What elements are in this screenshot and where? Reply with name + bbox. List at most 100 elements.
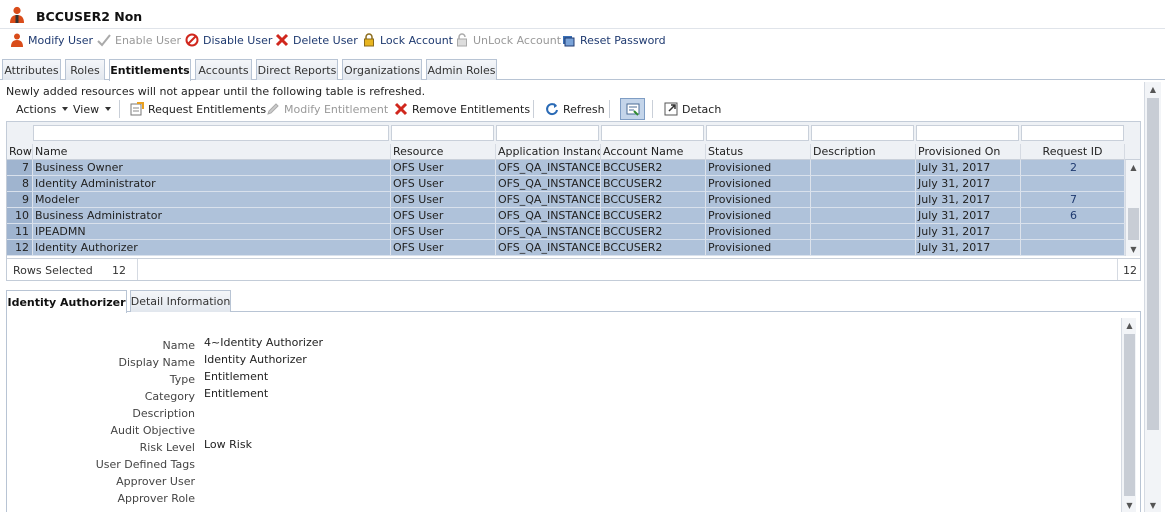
table-row[interactable]: 10 Business Administrator OFS User OFS_QA_I… — [7, 208, 1125, 224]
column-header-request-id[interactable]: Request ID — [1021, 144, 1125, 160]
cell-resource: OFS User — [391, 192, 496, 207]
scroll-thumb[interactable] — [1124, 334, 1135, 496]
filter-status-input[interactable] — [706, 125, 809, 141]
scroll-up-icon[interactable]: ▲ — [1126, 160, 1141, 174]
check-icon — [97, 34, 111, 47]
enable-user-label: Enable User — [115, 33, 182, 47]
cell-account-name: BCCUSER2 — [601, 224, 706, 239]
tab-attributes[interactable]: Attributes — [2, 59, 61, 80]
filter-name-input[interactable] — [33, 125, 389, 141]
column-header-description[interactable]: Description — [811, 144, 916, 160]
cell-account-name: BCCUSER2 — [601, 176, 706, 191]
refresh-button[interactable]: Refresh — [545, 100, 605, 118]
table-header: Row Name Resource Application Instance A… — [7, 144, 1140, 160]
cell-provisioned-on: July 31, 2017 — [916, 192, 1021, 207]
cell-status: Provisioned — [706, 192, 811, 207]
cell-status: Provisioned — [706, 240, 811, 255]
detach-button[interactable]: Detach — [664, 100, 721, 118]
toolbar-divider — [533, 100, 534, 118]
scroll-thumb[interactable] — [1128, 208, 1139, 240]
cell-app-instance: OFS_QA_INSTANCE — [498, 240, 601, 255]
cell-description — [811, 240, 916, 255]
cell-row: 12 — [7, 240, 33, 255]
modify-entitlement-label: Modify Entitlement — [284, 102, 389, 116]
pencil-icon — [267, 103, 279, 115]
cell-request-id[interactable]: 7 — [1021, 192, 1125, 207]
filter-request-id-input[interactable] — [1021, 125, 1124, 141]
user-actions-bar: Modify User Enable User Disable User Del… — [0, 31, 700, 49]
scroll-thumb[interactable] — [1147, 98, 1159, 430]
reset-password-button[interactable]: Reset Password — [562, 31, 666, 49]
enable-user-button[interactable]: Enable User — [97, 31, 181, 49]
tab-detail-information[interactable]: Detail Information — [130, 290, 231, 312]
cell-app-instance: OFS_QA_INSTANCE — [498, 224, 601, 239]
delete-user-button[interactable]: Delete User — [275, 31, 358, 49]
page-scrollbar[interactable]: ▲ ▼ — [1144, 82, 1161, 512]
scroll-down-icon[interactable]: ▼ — [1126, 242, 1141, 256]
column-header-account-name[interactable]: Account Name — [601, 144, 706, 160]
disable-user-label: Disable User — [203, 33, 273, 47]
query-by-example-button[interactable] — [620, 98, 645, 120]
lock-account-label: Lock Account — [380, 33, 453, 47]
cell-description — [811, 224, 916, 239]
cell-name: Business Owner — [33, 160, 391, 175]
request-entitlements-button[interactable]: Request Entitlements — [130, 100, 266, 118]
user-edit-icon — [11, 33, 23, 47]
cell-resource: OFS User — [391, 224, 496, 239]
tab-organizations[interactable]: Organizations — [342, 59, 422, 80]
unlock-account-button[interactable]: UnLock Account — [455, 31, 561, 49]
modify-user-button[interactable]: Modify User — [10, 31, 93, 49]
cell-name: IPEADMN — [33, 224, 391, 239]
scroll-up-icon[interactable]: ▲ — [1145, 82, 1161, 96]
tab-roles[interactable]: Roles — [65, 59, 105, 80]
footer-divider — [1117, 259, 1118, 280]
table-scrollbar[interactable]: ▲ ▼ — [1125, 160, 1140, 256]
column-header-resource[interactable]: Resource — [391, 144, 496, 160]
scroll-up-icon[interactable]: ▲ — [1122, 318, 1137, 332]
scroll-down-icon[interactable]: ▼ — [1145, 498, 1161, 512]
view-menu[interactable]: View — [73, 100, 112, 118]
column-header-app-instance[interactable]: Application Instance — [496, 144, 601, 160]
table-row[interactable]: 9 Modeler OFS User OFS_QA_INSTANCE BCCUSER2 P… — [7, 192, 1125, 208]
cell-row: 7 — [7, 160, 33, 175]
cell-status: Provisioned — [706, 224, 811, 239]
modify-entitlement-button[interactable]: Modify Entitlement — [266, 100, 388, 118]
remove-entitlements-button[interactable]: Remove Entitlements — [394, 100, 530, 118]
tab-accounts[interactable]: Accounts — [195, 59, 252, 80]
cell-account-name: BCCUSER2 — [601, 240, 706, 255]
request-entitlements-icon — [130, 102, 144, 116]
actions-menu[interactable]: Actions — [16, 100, 69, 118]
filter-description-input[interactable] — [811, 125, 914, 141]
toolbar-divider — [119, 100, 120, 118]
scroll-down-icon[interactable]: ▼ — [1122, 498, 1137, 512]
disable-user-button[interactable]: Disable User — [185, 31, 272, 49]
table-row[interactable]: 12 Identity Authorizer OFS User OFS_QA_INST… — [7, 240, 1125, 256]
cell-row: 10 — [7, 208, 33, 223]
table-row[interactable]: 7 Business Owner OFS User OFS_QA_INSTANCE BC… — [7, 160, 1125, 176]
table-row[interactable]: 8 Identity Administrator OFS User OFS_QA_IN… — [7, 176, 1125, 192]
reset-password-icon — [563, 36, 575, 47]
tab-identity-authorizer[interactable]: Identity Authorizer — [6, 290, 127, 313]
filter-resource-input[interactable] — [391, 125, 494, 141]
column-header-row[interactable]: Row — [7, 144, 33, 160]
delete-user-label: Delete User — [293, 33, 358, 47]
cell-request-id[interactable]: 6 — [1021, 208, 1125, 223]
detail-scrollbar[interactable]: ▲ ▼ — [1121, 318, 1136, 512]
cell-name: Identity Authorizer — [33, 240, 391, 255]
filter-app-instance-input[interactable] — [496, 125, 599, 141]
filter-provisioned-input[interactable] — [916, 125, 1019, 141]
tab-admin-roles[interactable]: Admin Roles — [426, 59, 497, 80]
tab-direct-reports[interactable]: Direct Reports — [256, 59, 338, 80]
column-header-status[interactable]: Status — [706, 144, 811, 160]
tab-entitlements[interactable]: Entitlements — [109, 59, 191, 81]
refresh-icon — [546, 103, 558, 116]
cell-status: Provisioned — [706, 176, 811, 191]
cell-request-id[interactable]: 2 — [1021, 160, 1125, 175]
filter-account-name-input[interactable] — [601, 125, 704, 141]
field-label: User Defined Tags — [95, 458, 195, 471]
table-row[interactable]: 11 IPEADMN OFS User OFS_QA_INSTANCE BCCUSER2… — [7, 224, 1125, 240]
column-header-name[interactable]: Name — [33, 144, 391, 160]
column-header-provisioned-on[interactable]: Provisioned On — [916, 144, 1021, 160]
field-label: Category — [144, 390, 195, 403]
lock-account-button[interactable]: Lock Account — [362, 31, 453, 49]
